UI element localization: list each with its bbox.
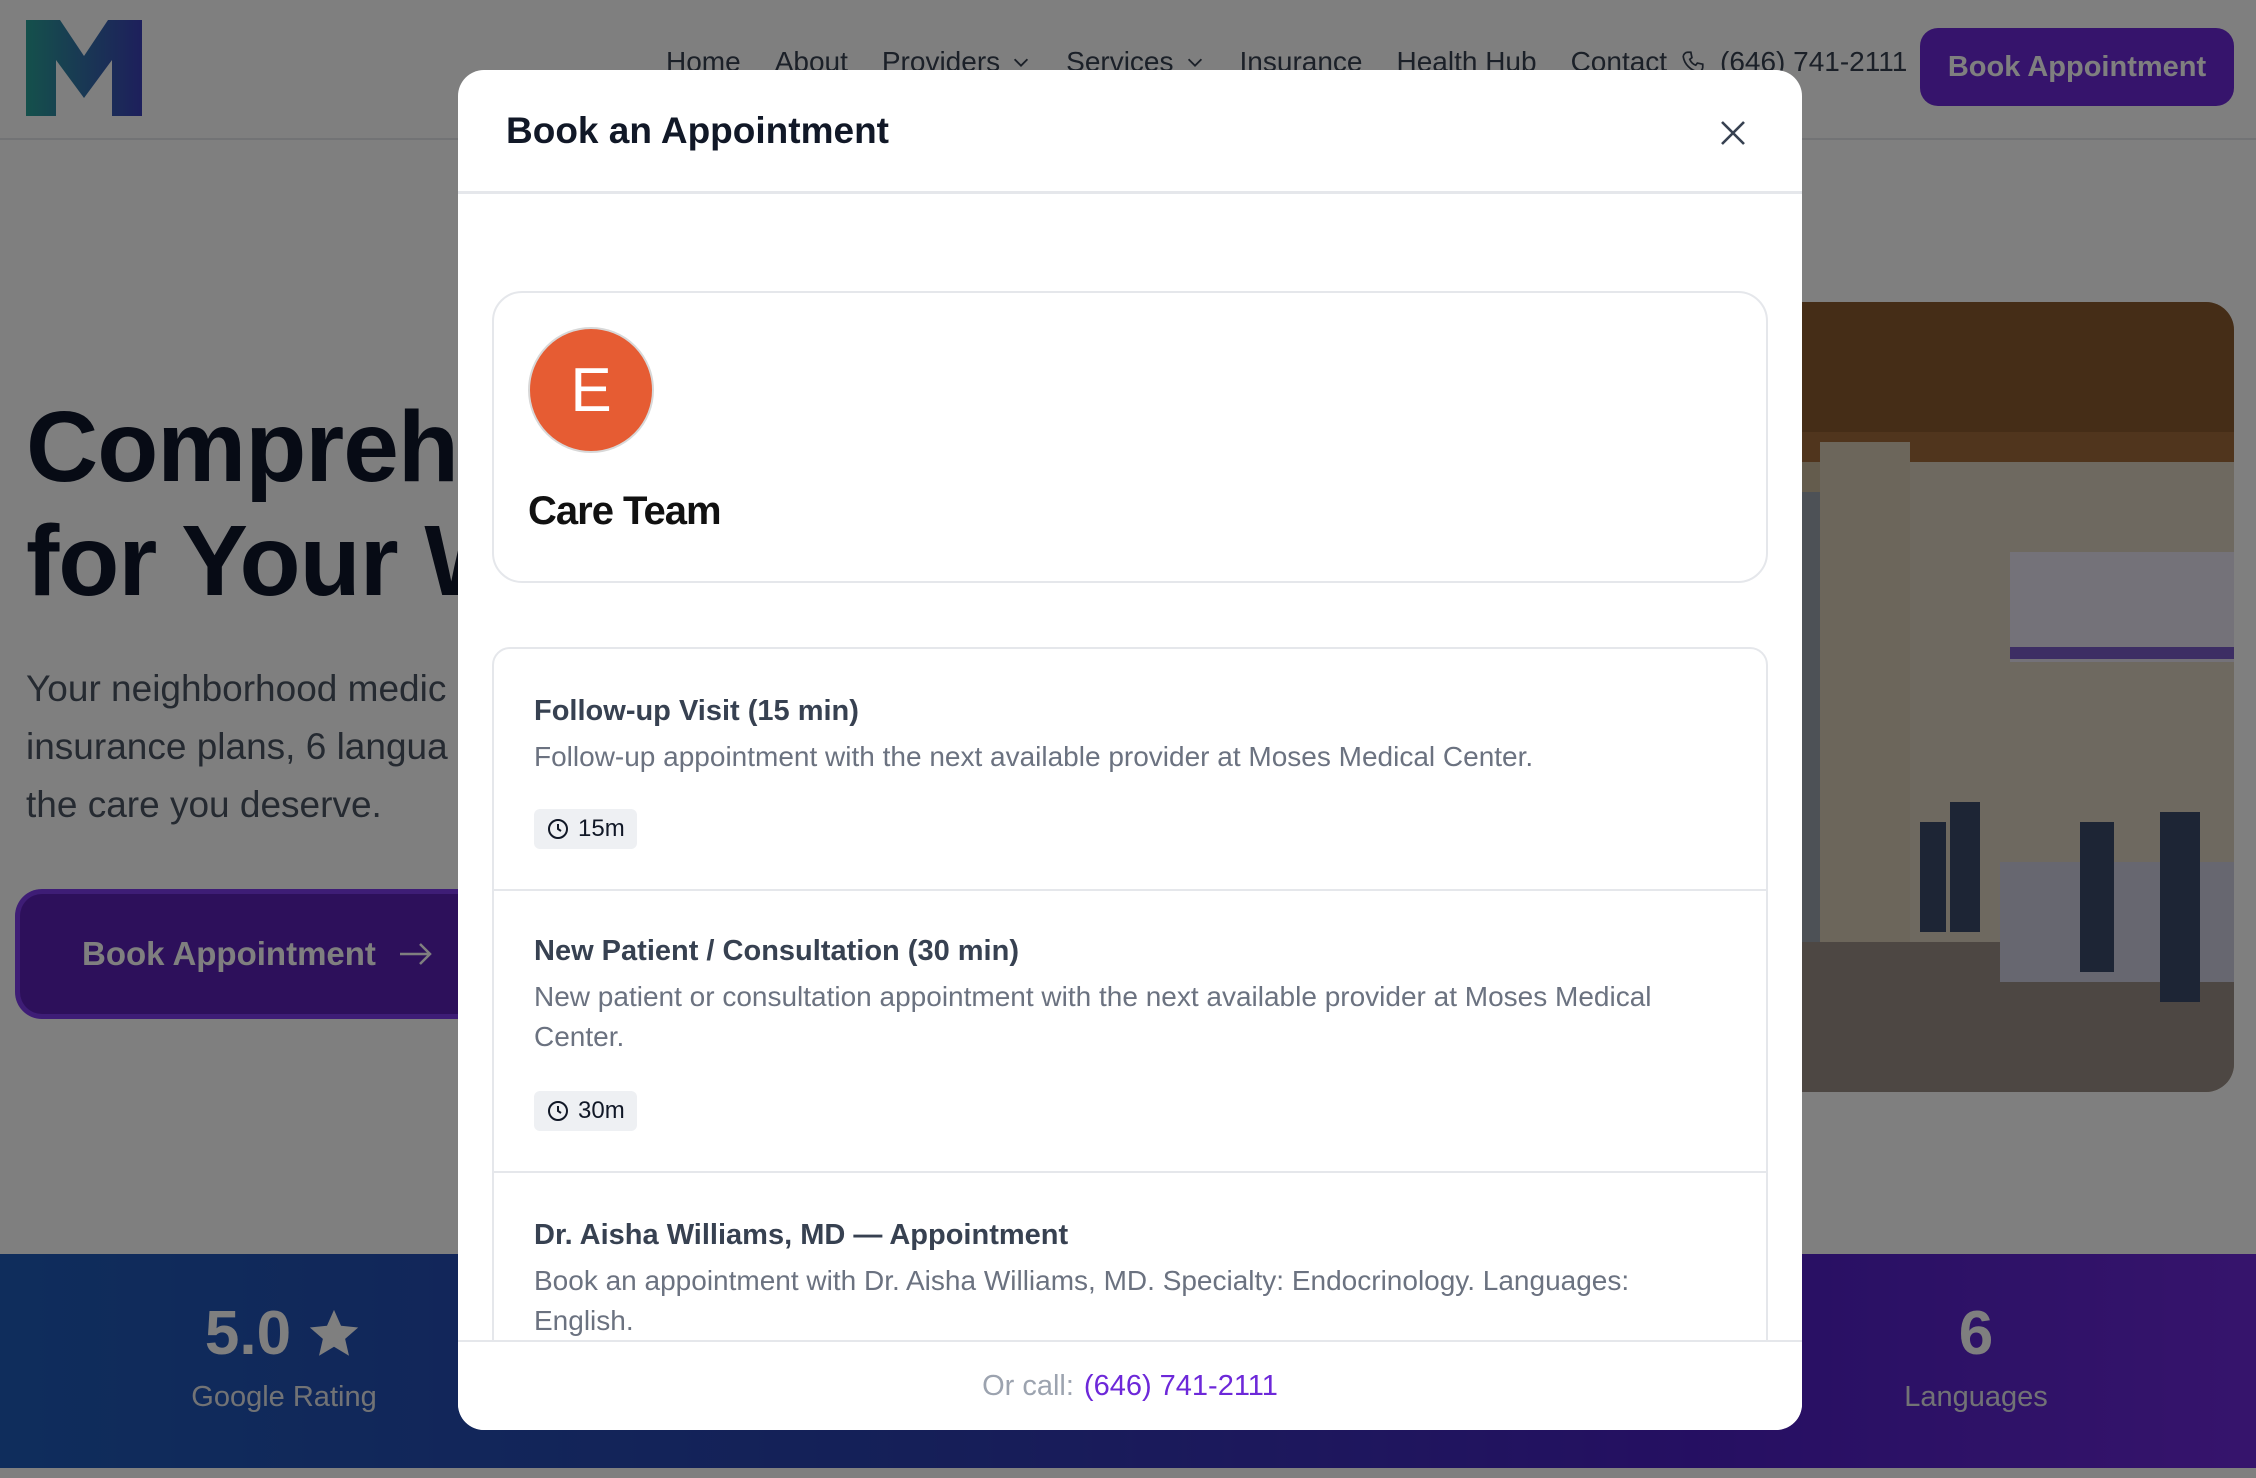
service-description: New patient or consultation appointment … (534, 981, 1652, 1052)
book-appointment-modal: Book an Appointment E Care Team Follow-u… (458, 70, 1802, 1430)
modal-title: Book an Appointment (506, 110, 889, 151)
service-title: Dr. Aisha Williams, MD — Appointment (534, 1219, 1069, 1251)
clock-icon (548, 1101, 568, 1121)
service-description: Book an appointment with Dr. Aisha Willi… (534, 1265, 1630, 1336)
avatar: E (528, 327, 654, 453)
footer-label: Or call: (982, 1369, 1074, 1402)
duration-badge: 30m (534, 1091, 637, 1131)
service-item-follow-up[interactable]: Follow-up Visit (15 min) Follow-up appoi… (494, 649, 1766, 891)
service-item-new-patient[interactable]: New Patient / Consultation (30 min) New … (494, 891, 1766, 1173)
modal-body[interactable]: E Care Team Follow-up Visit (15 min) Fol… (458, 194, 1802, 1340)
team-name: Care Team (528, 489, 722, 533)
clock-icon (548, 819, 568, 839)
service-list: Follow-up Visit (15 min) Follow-up appoi… (492, 647, 1768, 1340)
care-team-card: E Care Team (492, 291, 1768, 583)
service-item-dr-williams[interactable]: Dr. Aisha Williams, MD — Appointment Boo… (494, 1173, 1766, 1340)
modal-header: Book an Appointment (458, 70, 1802, 194)
close-button[interactable] (1708, 108, 1758, 158)
duration-badge: 15m (534, 809, 637, 849)
close-icon (1721, 121, 1745, 145)
service-title: New Patient / Consultation (30 min) (534, 935, 1019, 967)
modal-footer: Or call: (646) 741-2111 (458, 1340, 1802, 1430)
footer-phone-link[interactable]: (646) 741-2111 (1084, 1370, 1278, 1403)
service-title: Follow-up Visit (15 min) (534, 695, 859, 727)
service-description: Follow-up appointment with the next avai… (534, 741, 1534, 772)
duration-text: 30m (578, 1097, 625, 1124)
duration-text: 15m (578, 815, 625, 842)
